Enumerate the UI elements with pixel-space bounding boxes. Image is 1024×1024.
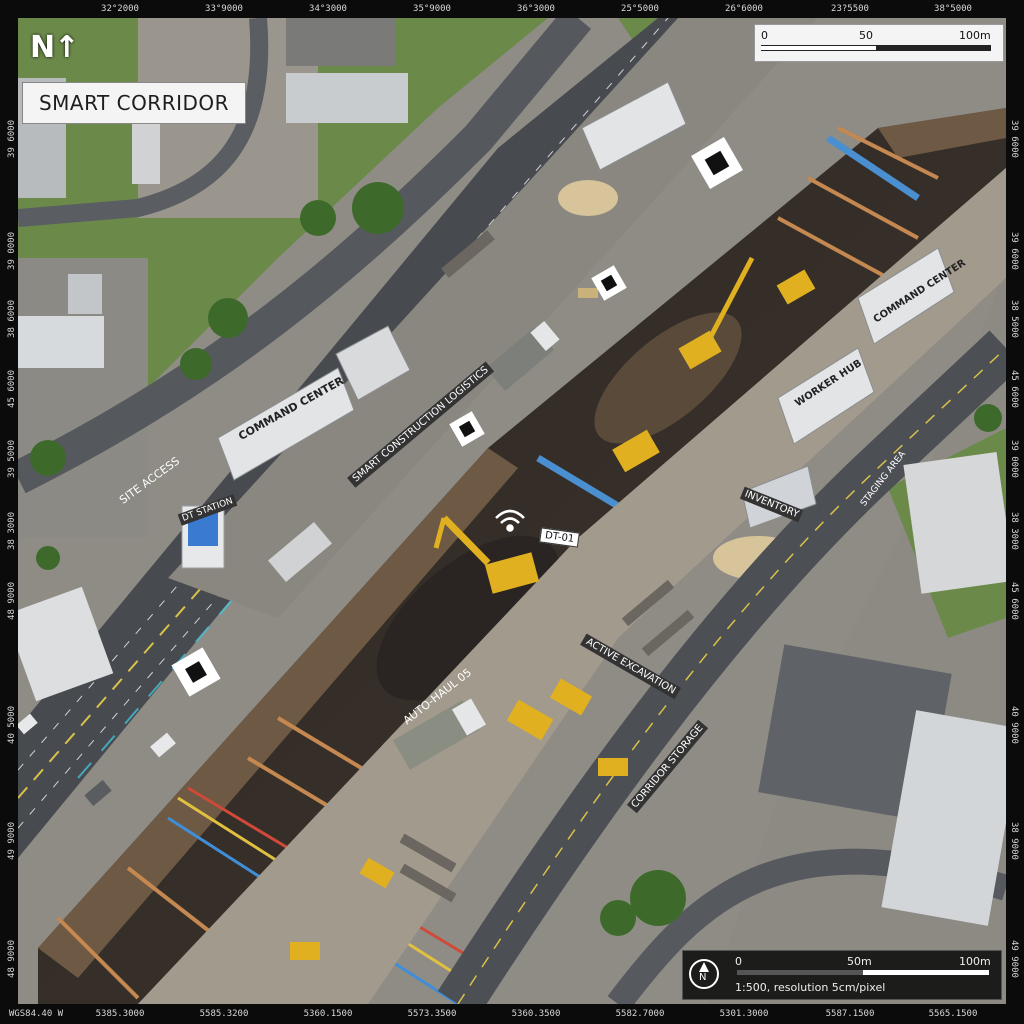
coord-top: 34°3000: [309, 4, 347, 14]
scale-tick-label: 0: [761, 29, 768, 42]
aerial-map[interactable]: [18, 18, 1006, 1004]
map-frame: 32°2000 33°9000 34°3000 35°9000 36°3000 …: [0, 0, 1024, 1024]
coord-left: 49 9000: [7, 822, 17, 860]
equipment[interactable]: [290, 942, 320, 960]
coord-left: 45 6000: [7, 370, 17, 408]
coord-bottom: 5565.1500: [928, 1009, 978, 1019]
coord-top: 23?5500: [831, 4, 869, 14]
coord-bottom: 5360.1500: [303, 1009, 353, 1019]
north-label: N: [30, 30, 55, 65]
scale-bar-bottom: N 0 50m 100m 1:500, resolution 5cm/pixel: [682, 950, 1002, 1000]
compass-icon: N: [689, 959, 719, 989]
coord-top: 35°9000: [413, 4, 451, 14]
coord-top: 32°2000: [101, 4, 139, 14]
scale-bar-top: 0 50 100m: [754, 24, 1004, 62]
coord-right: 39 0000: [1009, 440, 1019, 478]
map-title-box: SMART CORRIDOR: [22, 82, 246, 124]
compass-label: N: [699, 972, 707, 983]
equipment[interactable]: [598, 758, 628, 776]
coord-left: 39 6000: [7, 120, 17, 158]
scale-description: 1:500, resolution 5cm/pixel: [735, 981, 886, 994]
scale-tick-label: 0: [735, 955, 742, 968]
coord-top: 25°5000: [621, 4, 659, 14]
coord-right: 38 5000: [1009, 300, 1019, 338]
scale-tick-label: 100m: [959, 955, 991, 968]
scale-tick-label: 50m: [847, 955, 872, 968]
coord-bottom: 5585.3200: [199, 1009, 249, 1019]
coord-bottom: 5582.7000: [615, 1009, 665, 1019]
coord-bottom: 5385.3000: [95, 1009, 145, 1019]
scale-tick-label: 50: [859, 29, 873, 42]
sand-pile: [558, 180, 618, 216]
coord-right: 45 6000: [1009, 582, 1019, 620]
coord-right: 39 6000: [1009, 120, 1019, 158]
scale-bar-segment: [761, 46, 876, 50]
north-arrow-icon: ↑: [54, 30, 79, 65]
coord-right: 38 9000: [1009, 822, 1019, 860]
coord-bottom: 5301.3000: [719, 1009, 769, 1019]
coord-top: 38°5000: [934, 4, 972, 14]
compass-needle-icon: [699, 962, 709, 972]
coord-left: 38 3000: [7, 512, 17, 550]
coord-left: 48 9000: [7, 940, 17, 978]
coord-left: 40 5000: [7, 706, 17, 744]
coord-right: 39 6000: [1009, 232, 1019, 270]
coord-top: 26°6000: [725, 4, 763, 14]
coord-bottom: WGS84.40 W: [8, 1009, 64, 1019]
coord-right: 38 3000: [1009, 512, 1019, 550]
coord-left: 39 5000: [7, 440, 17, 478]
coord-left: 48 9000: [7, 582, 17, 620]
coord-right: 45 6000: [1009, 370, 1019, 408]
coord-bottom: 5360.3500: [511, 1009, 561, 1019]
coord-right: 40 9000: [1009, 706, 1019, 744]
scale-bar-segment: [737, 970, 863, 975]
coord-top: 33°9000: [205, 4, 243, 14]
coord-bottom: 5587.1500: [825, 1009, 875, 1019]
coord-left: 39 0000: [7, 232, 17, 270]
coord-bottom: 5573.3500: [407, 1009, 457, 1019]
map-title: SMART CORRIDOR: [38, 91, 230, 115]
coord-top: 36°3000: [517, 4, 555, 14]
coord-right: 49 9000: [1009, 940, 1019, 978]
north-arrow: N↑: [30, 30, 79, 65]
coord-left: 38 6000: [7, 300, 17, 338]
scale-tick-label: 100m: [959, 29, 991, 42]
